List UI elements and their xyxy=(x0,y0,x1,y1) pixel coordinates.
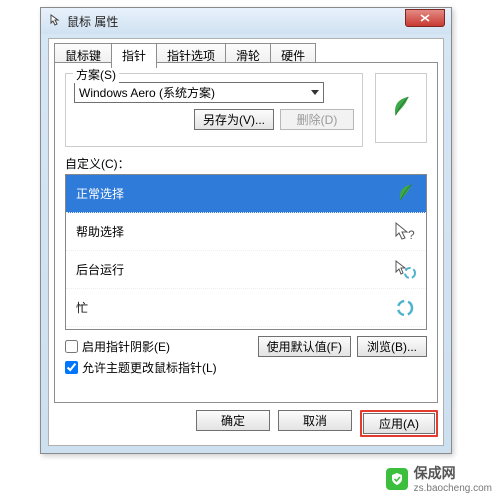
list-item[interactable]: 后台运行 xyxy=(66,251,426,289)
checkbox-input[interactable] xyxy=(65,361,78,374)
scheme-selected: Windows Aero (系统方案) xyxy=(79,84,215,101)
enable-shadow-checkbox[interactable]: 启用指针阴影(E) xyxy=(65,337,170,357)
leaf-icon xyxy=(390,95,412,121)
spinner-icon xyxy=(394,297,416,319)
window-title: 鼠标 属性 xyxy=(67,13,118,30)
allow-theme-checkbox[interactable]: 允许主题更改鼠标指针(L) xyxy=(65,357,427,377)
scheme-group: 方案(S) Windows Aero (系统方案) 另存为(V)... 删除(D… xyxy=(65,73,363,147)
mouse-properties-window: 鼠标 属性 鼠标键 指针 指针选项 滑轮 硬件 方案(S) Windows Ae… xyxy=(40,7,452,454)
list-item[interactable]: 正常选择 xyxy=(66,175,426,213)
tab-pointers[interactable]: 指针 xyxy=(111,43,157,68)
scheme-label: 方案(S) xyxy=(73,66,119,83)
dialog-body: 鼠标键 指针 指针选项 滑轮 硬件 方案(S) Windows Aero (系统… xyxy=(48,38,444,446)
options-area: 启用指针阴影(E) 使用默认值(F) 浏览(B)... 允许主题更改鼠标指针(L… xyxy=(65,336,427,377)
shield-icon xyxy=(386,468,408,490)
tab-panel-pointers: 方案(S) Windows Aero (系统方案) 另存为(V)... 删除(D… xyxy=(54,62,438,403)
customize-label: 自定义(C)： xyxy=(65,155,427,172)
dialog-footer: 确定 取消 应用(A) xyxy=(54,410,438,437)
list-item-label: 忙 xyxy=(76,299,88,316)
ok-button[interactable]: 确定 xyxy=(196,410,270,431)
arrow-spinner-icon xyxy=(394,259,416,281)
svg-text:?: ? xyxy=(408,228,415,242)
browse-button[interactable]: 浏览(B)... xyxy=(357,336,427,357)
watermark: 保成网 zs.baocheng.com xyxy=(378,457,500,500)
list-item[interactable]: 帮助选择 ? xyxy=(66,213,426,251)
checkbox-label: 启用指针阴影(E) xyxy=(82,338,170,355)
use-defaults-button[interactable]: 使用默认值(F) xyxy=(258,336,351,357)
list-item[interactable]: 忙 xyxy=(66,289,426,327)
watermark-text: 保成网 zs.baocheng.com xyxy=(414,463,492,494)
cursor-list[interactable]: 正常选择 帮助选择 ? 后台运行 xyxy=(65,174,427,330)
list-item-label: 帮助选择 xyxy=(76,223,124,240)
list-item-label: 后台运行 xyxy=(76,261,124,278)
checkbox-label: 允许主题更改鼠标指针(L) xyxy=(82,359,217,376)
apply-highlight: 应用(A) xyxy=(360,410,438,437)
close-button[interactable] xyxy=(405,9,445,27)
mouse-icon xyxy=(47,14,61,28)
delete-button: 删除(D) xyxy=(280,109,354,130)
list-item-label: 正常选择 xyxy=(76,185,124,202)
checkbox-input[interactable] xyxy=(65,340,78,353)
titlebar: 鼠标 属性 xyxy=(41,8,451,34)
apply-button[interactable]: 应用(A) xyxy=(363,413,435,434)
leaf-icon xyxy=(394,183,416,205)
cursor-preview xyxy=(375,73,427,143)
chevron-down-icon xyxy=(311,90,319,95)
cancel-button[interactable]: 取消 xyxy=(278,410,352,431)
arrow-help-icon: ? xyxy=(394,221,416,243)
scheme-select[interactable]: Windows Aero (系统方案) xyxy=(74,82,324,103)
save-as-button[interactable]: 另存为(V)... xyxy=(194,109,274,130)
